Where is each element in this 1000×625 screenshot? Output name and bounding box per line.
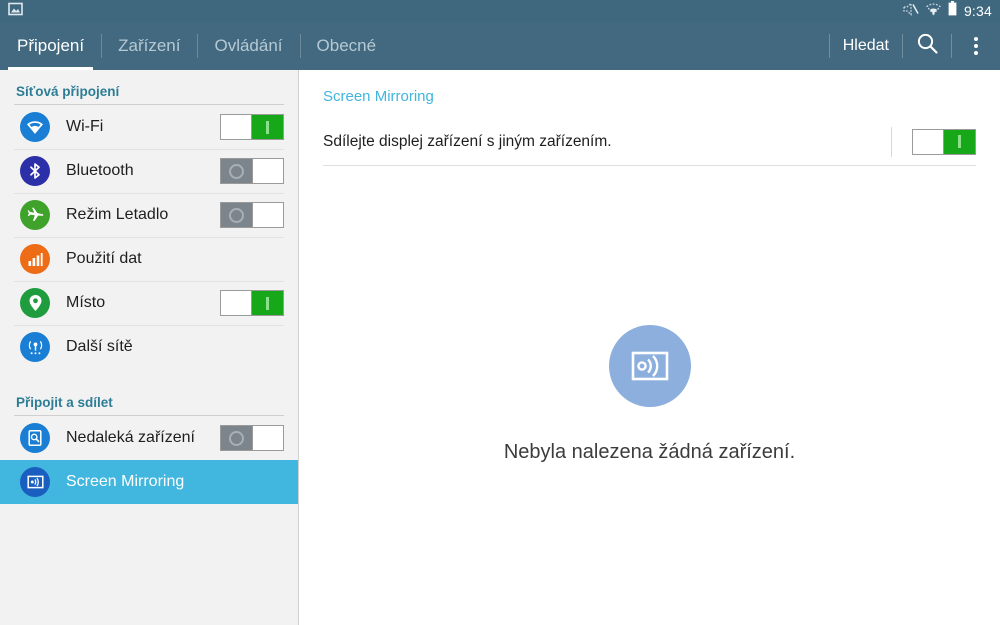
screenshot-notification-icon <box>8 2 23 21</box>
screen-cast-icon <box>609 325 691 407</box>
search-icon <box>916 32 939 60</box>
sidebar-item-label: Bluetooth <box>66 162 220 180</box>
status-bar: 9:34 <box>0 0 1000 22</box>
tab-zarizeni[interactable]: Zařízení <box>101 22 197 70</box>
sidebar-item-label: Další sítě <box>66 338 284 356</box>
tab-ovladani[interactable]: Ovládání <box>197 22 299 70</box>
tab-label: Zařízení <box>118 36 180 56</box>
overflow-menu-button[interactable] <box>952 22 1000 70</box>
setting-divider <box>891 127 892 157</box>
tab-label: Obecné <box>317 36 377 56</box>
wifi-icon <box>20 112 50 142</box>
section-title-network: Síťová připojení <box>0 70 298 104</box>
sidebar-item-label: Režim Letadlo <box>66 206 220 224</box>
tab-pripojeni[interactable]: Připojení <box>0 22 101 70</box>
screen-mirroring-toggle[interactable] <box>912 129 976 155</box>
settings-screen: 9:34 Připojení Zařízení Ovládání Obecné … <box>0 0 1000 625</box>
sidebar-item-wifi[interactable]: Wi-Fi <box>0 105 298 149</box>
status-bar-right-icons: 9:34 <box>903 1 992 21</box>
nearby-devices-toggle[interactable] <box>220 425 284 451</box>
wifi-signal-icon <box>926 2 941 21</box>
screen-mirroring-icon <box>20 467 50 497</box>
sidebar-item-label: Nedaleká zařízení <box>66 429 220 447</box>
empty-state: Nebyla nalezena žádná zařízení. <box>299 325 1000 464</box>
section-title-connect-share: Připojit a sdílet <box>0 369 298 415</box>
sidebar-item-bluetooth[interactable]: Bluetooth <box>0 149 298 193</box>
settings-sidebar: Síťová připojení Wi-Fi Blu <box>0 70 299 625</box>
settings-tabs: Připojení Zařízení Ovládání Obecné <box>0 22 393 70</box>
search-button-label: Hledat <box>843 37 889 55</box>
sidebar-item-location[interactable]: Místo <box>0 281 298 325</box>
airplane-mode-toggle[interactable] <box>220 202 284 228</box>
sound-mute-icon <box>903 2 919 21</box>
content-area: Síťová připojení Wi-Fi Blu <box>0 70 1000 625</box>
bluetooth-toggle[interactable] <box>220 158 284 184</box>
status-bar-clock: 9:34 <box>964 3 992 19</box>
sidebar-item-nearby-devices[interactable]: Nedaleká zařízení <box>0 416 298 460</box>
sidebar-item-label: Screen Mirroring <box>66 473 284 491</box>
page-title: Screen Mirroring <box>299 70 1000 105</box>
location-pin-icon <box>20 288 50 318</box>
sidebar-item-screen-mirroring[interactable]: Screen Mirroring <box>0 460 298 504</box>
tab-label: Ovládání <box>214 36 282 56</box>
data-usage-icon <box>20 244 50 274</box>
bluetooth-icon <box>20 156 50 186</box>
screen-mirroring-setting-row: Sdílejte displej zařízení s jiným zaříze… <box>323 118 976 166</box>
airplane-icon <box>20 200 50 230</box>
sidebar-item-label: Wi-Fi <box>66 118 220 136</box>
header-actions: Hledat <box>829 22 1000 70</box>
tab-obecne[interactable]: Obecné <box>300 22 394 70</box>
nearby-devices-icon <box>20 423 50 453</box>
sidebar-item-more-networks[interactable]: Další sítě <box>0 325 298 369</box>
more-vertical-icon <box>974 37 978 55</box>
sidebar-item-label: Použití dat <box>66 250 284 268</box>
main-panel: Screen Mirroring Sdílejte displej zaříze… <box>299 70 1000 625</box>
sidebar-item-airplane-mode[interactable]: Režim Letadlo <box>0 193 298 237</box>
empty-state-message: Nebyla nalezena žádná zařízení. <box>504 441 795 464</box>
search-button[interactable]: Hledat <box>830 22 902 70</box>
location-toggle[interactable] <box>220 290 284 316</box>
search-icon-button[interactable] <box>903 22 951 70</box>
app-header: Připojení Zařízení Ovládání Obecné Hleda… <box>0 22 1000 70</box>
status-bar-left-icons <box>8 2 23 21</box>
cell-tower-icon <box>20 332 50 362</box>
sidebar-item-data-usage[interactable]: Použití dat <box>0 237 298 281</box>
tab-label: Připojení <box>17 36 84 56</box>
wifi-toggle[interactable] <box>220 114 284 140</box>
sidebar-item-label: Místo <box>66 294 220 312</box>
battery-icon <box>948 1 957 21</box>
setting-description: Sdílejte displej zařízení s jiným zaříze… <box>323 133 891 151</box>
